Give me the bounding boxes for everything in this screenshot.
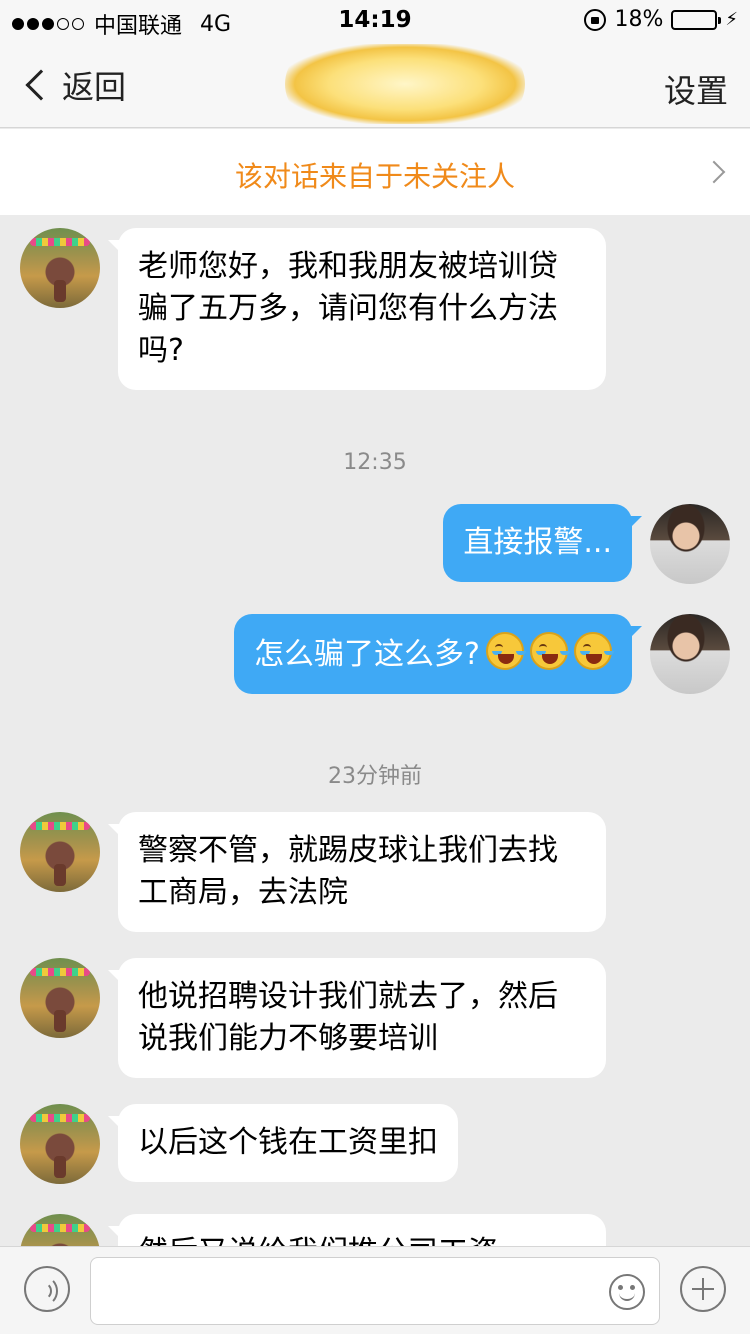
contact-avatar[interactable] <box>20 958 100 1038</box>
incoming-message[interactable]: 他说招聘设计我们就去了，然后说我们能力不够要培训 <box>108 958 606 1078</box>
message-text: 怎么骗了这么多? <box>254 637 480 672</box>
laugh-cry-emoji-icon <box>574 632 612 670</box>
incoming-message[interactable]: 以后这个钱在工资里扣 <box>108 1104 458 1182</box>
orientation-lock-icon <box>584 8 607 31</box>
outgoing-message[interactable]: 怎么骗了这么多? <box>234 614 642 694</box>
contact-avatar[interactable] <box>20 228 100 308</box>
laugh-cry-emoji-icon <box>530 632 568 670</box>
battery-percent: 18% <box>614 7 664 32</box>
charging-bolt-icon: ⚡ <box>725 9 738 30</box>
more-options-plus-icon[interactable] <box>680 1266 726 1312</box>
message-text: 以后这个钱在工资里扣 <box>138 1125 438 1160</box>
message-text: 直接报警... <box>463 525 612 560</box>
status-right: 18% ⚡ <box>584 7 738 32</box>
laugh-cry-emoji-icon <box>486 632 524 670</box>
stranger-notice-banner[interactable]: 该对话来自于未关注人 <box>0 129 750 215</box>
battery-icon <box>671 9 722 30</box>
my-avatar[interactable] <box>650 614 730 694</box>
message-text: 老师您好，我和我朋友被培训贷骗了五万多，请问您有什么方法吗? <box>138 249 558 368</box>
back-button[interactable]: 返回 <box>22 62 126 108</box>
nav-bar: 返回 设置 <box>0 40 750 128</box>
incoming-message[interactable]: 老师您好，我和我朋友被培训贷骗了五万多，请问您有什么方法吗? <box>108 228 606 390</box>
input-bar <box>0 1246 750 1334</box>
incoming-message[interactable]: 警察不管，就踢皮球让我们去找工商局，去法院 <box>108 812 606 932</box>
message-text: 他说招聘设计我们就去了，然后说我们能力不够要培训 <box>138 979 558 1056</box>
contact-avatar[interactable] <box>20 1104 100 1184</box>
my-avatar[interactable] <box>650 504 730 584</box>
status-bar: 中国联通 4G 14:19 18% ⚡ <box>0 0 750 40</box>
timestamp: 12:35 <box>343 450 407 475</box>
voice-input-icon[interactable] <box>24 1266 70 1312</box>
message-input-field[interactable] <box>90 1257 660 1325</box>
message-input[interactable] <box>105 1258 605 1322</box>
chevron-left-icon <box>25 69 57 101</box>
back-label: 返回 <box>62 68 127 106</box>
outgoing-message[interactable]: 直接报警... <box>443 504 642 582</box>
emoji-picker-icon[interactable] <box>609 1274 645 1310</box>
conversation-title-redacted <box>285 44 525 124</box>
banner-text: 该对话来自于未关注人 <box>234 160 515 193</box>
message-text: 警察不管，就踢皮球让我们去找工商局，去法院 <box>138 833 558 910</box>
settings-button[interactable]: 设置 <box>664 66 728 112</box>
contact-avatar[interactable] <box>20 812 100 892</box>
timestamp: 23分钟前 <box>328 764 422 789</box>
